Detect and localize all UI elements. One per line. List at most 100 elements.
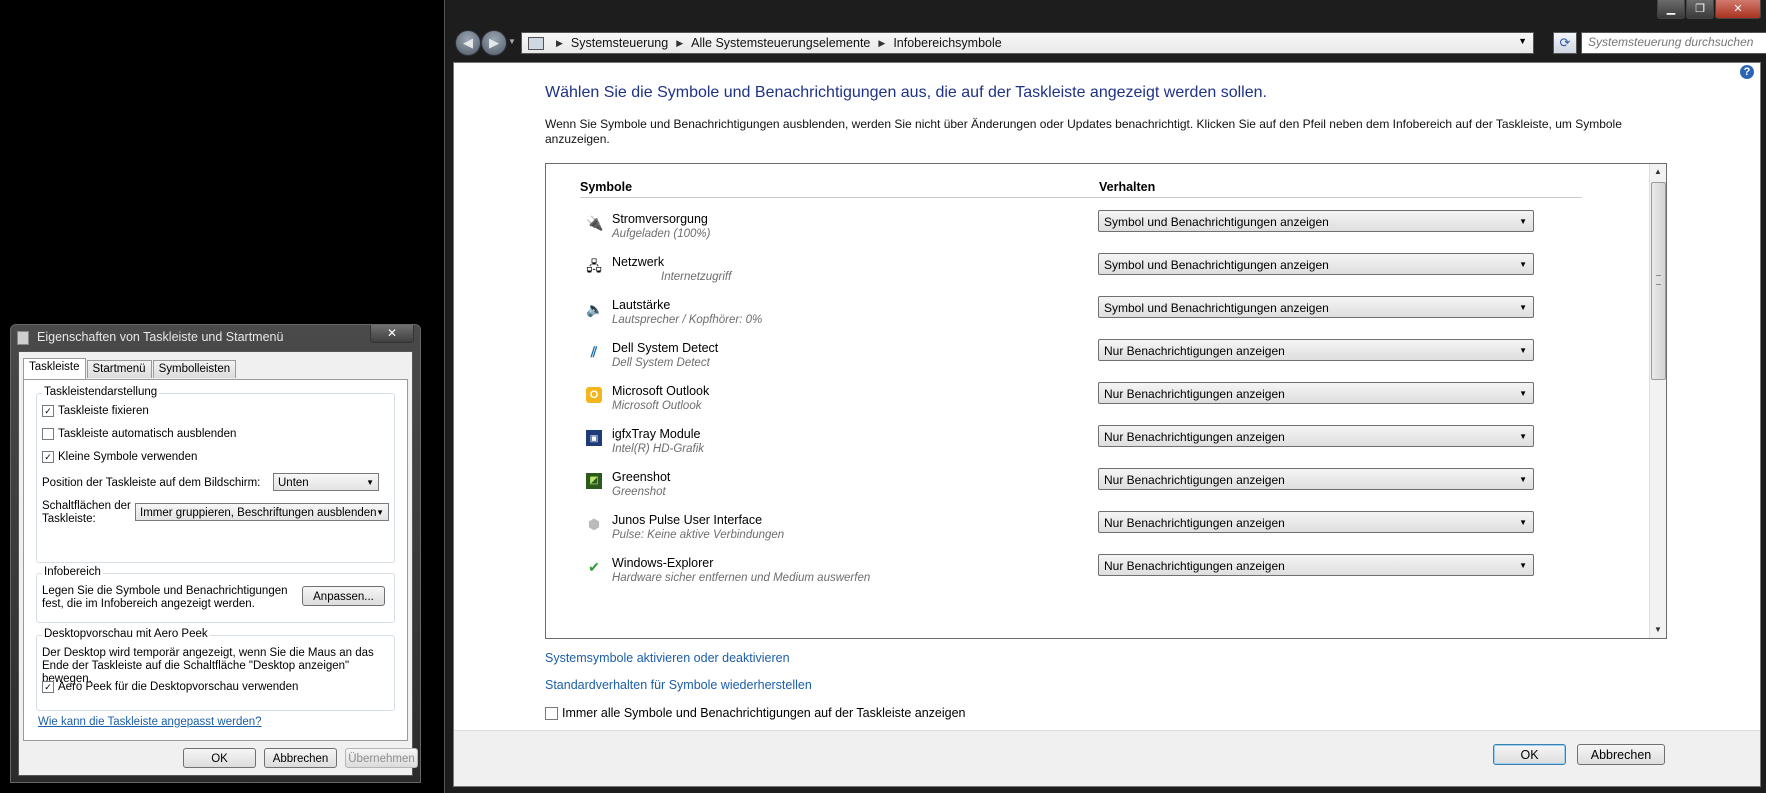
scrollbar-thumb[interactable] bbox=[1651, 182, 1666, 380]
minimize-button[interactable]: ▁ bbox=[1657, 0, 1685, 19]
tab-panel-taskleiste: Taskleistendarstellung ✓ Taskleiste fixi… bbox=[23, 379, 408, 741]
behavior-dropdown[interactable]: Nur Benachrichtigungen anzeigen ▼ bbox=[1098, 382, 1534, 404]
group-aero-peek-title: Desktopvorschau mit Aero Peek bbox=[42, 628, 210, 640]
lock-taskbar-checkbox[interactable]: ✓ bbox=[42, 405, 54, 417]
maximize-button[interactable]: ❐ bbox=[1686, 0, 1714, 19]
buttons-label: Schaltflächen der Taskleiste: bbox=[42, 500, 131, 525]
breadcrumb-separator-icon[interactable]: ▶ bbox=[676, 38, 683, 49]
cancel-button[interactable]: Abbrechen bbox=[1577, 744, 1665, 765]
network-icon: 🖧 bbox=[586, 258, 602, 274]
behavior-dropdown[interactable]: Nur Benachrichtigungen anzeigen ▼ bbox=[1098, 554, 1534, 576]
header-divider bbox=[580, 197, 1582, 198]
chevron-down-icon: ▼ bbox=[1519, 518, 1527, 527]
behavior-dropdown[interactable]: Symbol und Benachrichtigungen anzeigen ▼ bbox=[1098, 210, 1534, 232]
item-status: Intel(R) HD-Grafik bbox=[612, 443, 705, 455]
autohide-option[interactable]: Taskleiste automatisch ausblenden bbox=[42, 428, 236, 440]
behavior-dropdown[interactable]: Nur Benachrichtigungen anzeigen ▼ bbox=[1098, 339, 1534, 361]
column-header-behavior: Verhalten bbox=[1099, 180, 1156, 194]
lock-taskbar-option[interactable]: ✓ Taskleiste fixieren bbox=[42, 405, 149, 417]
behavior-dropdown[interactable]: Symbol und Benachrichtigungen anzeigen ▼ bbox=[1098, 253, 1534, 275]
system-icons-link[interactable]: Systemsymbole aktivieren oder deaktivier… bbox=[545, 651, 790, 665]
control-panel-icon bbox=[528, 36, 544, 50]
aero-peek-option[interactable]: ✓ Aero Peek für die Desktopvorschau verw… bbox=[42, 681, 298, 693]
behavior-value: Nur Benachrichtigungen anzeigen bbox=[1104, 387, 1285, 401]
group-appearance-title: Taskleistendarstellung bbox=[42, 386, 160, 398]
search-input[interactable] bbox=[1582, 33, 1766, 51]
behavior-value: Symbol und Benachrichtigungen anzeigen bbox=[1104, 258, 1329, 272]
dialog-ok-button[interactable]: OK bbox=[183, 748, 256, 768]
dialog-cancel-button[interactable]: Abbrechen bbox=[264, 748, 337, 768]
chevron-down-icon: ▼ bbox=[1519, 217, 1527, 226]
dialog-apply-button[interactable]: Übernehmen bbox=[345, 748, 418, 768]
notification-description: Legen Sie die Symbole und Benachrichtigu… bbox=[42, 585, 288, 610]
power-icon: 🔌 bbox=[586, 215, 604, 231]
breadcrumb-infobereichsymbole[interactable]: Infobereichsymbole bbox=[893, 36, 1001, 50]
ok-button[interactable]: OK bbox=[1493, 744, 1566, 765]
behavior-value: Nur Benachrichtigungen anzeigen bbox=[1104, 430, 1285, 444]
dialog-tabs: Taskleiste Startmenü Symbolleisten bbox=[23, 358, 237, 379]
scroll-up-icon[interactable]: ▲ bbox=[1650, 164, 1666, 180]
intel-graphics-icon: ▣ bbox=[586, 430, 602, 446]
group-notification-area: Infobereich Legen Sie die Symbole und Be… bbox=[36, 566, 395, 623]
address-bar[interactable]: ▶ Systemsteuerung ▶ Alle Systemsteuerung… bbox=[521, 32, 1534, 54]
column-header-symbols: Symbole bbox=[580, 180, 633, 194]
chevron-down-icon: ▼ bbox=[376, 508, 384, 517]
item-name: Lautstärke bbox=[612, 298, 671, 312]
content-area: ? Wählen Sie die Symbole und Benachricht… bbox=[453, 62, 1761, 787]
speaker-icon: 🔈 bbox=[586, 301, 604, 317]
restore-defaults-link[interactable]: Standardverhalten für Symbole wiederhers… bbox=[545, 678, 812, 692]
behavior-dropdown[interactable]: Nur Benachrichtigungen anzeigen ▼ bbox=[1098, 468, 1534, 490]
aero-peek-checkbox[interactable]: ✓ bbox=[42, 681, 54, 693]
group-notification-title: Infobereich bbox=[42, 566, 103, 578]
chevron-down-icon: ▼ bbox=[1519, 561, 1527, 570]
tab-startmenu[interactable]: Startmenü bbox=[86, 360, 152, 378]
autohide-label: Taskleiste automatisch ausblenden bbox=[58, 428, 237, 440]
item-name: Netzwerk bbox=[612, 255, 665, 269]
behavior-value: Nur Benachrichtigungen anzeigen bbox=[1104, 473, 1285, 487]
footer-bar: OK Abbrechen bbox=[454, 730, 1760, 786]
forward-button[interactable]: ▶ bbox=[481, 30, 507, 56]
aero-peek-label: Aero Peek für die Desktopvorschau verwen… bbox=[58, 681, 299, 693]
help-icon[interactable]: ? bbox=[1740, 65, 1754, 79]
close-window-button[interactable]: ✕ bbox=[1715, 0, 1761, 19]
behavior-dropdown[interactable]: Nur Benachrichtigungen anzeigen ▼ bbox=[1098, 511, 1534, 533]
position-dropdown[interactable]: Unten ▼ bbox=[273, 473, 379, 491]
scroll-down-icon[interactable]: ▼ bbox=[1650, 622, 1666, 638]
breadcrumb-separator-icon[interactable]: ▶ bbox=[556, 38, 563, 49]
item-status: Pulse: Keine aktive Verbindungen bbox=[612, 529, 785, 541]
group-aero-peek: Desktopvorschau mit Aero Peek Der Deskto… bbox=[36, 628, 395, 711]
vertical-scrollbar[interactable]: ▲ ▼ bbox=[1649, 164, 1666, 638]
breadcrumb-separator-icon[interactable]: ▶ bbox=[878, 38, 885, 49]
recent-pages-dropdown-icon[interactable]: ▼ bbox=[508, 37, 516, 46]
refresh-button[interactable]: ⟳ bbox=[1553, 32, 1577, 54]
behavior-dropdown[interactable]: Nur Benachrichtigungen anzeigen ▼ bbox=[1098, 425, 1534, 447]
group-appearance: Taskleistendarstellung ✓ Taskleiste fixi… bbox=[36, 386, 395, 563]
breadcrumb-systemsteuerung[interactable]: Systemsteuerung bbox=[571, 36, 668, 50]
tab-symbolleisten[interactable]: Symbolleisten bbox=[152, 360, 237, 378]
behavior-value: Symbol und Benachrichtigungen anzeigen bbox=[1104, 215, 1329, 229]
small-icons-option[interactable]: ✓ Kleine Symbole verwenden bbox=[42, 451, 197, 463]
dialog-close-button[interactable]: ✕ bbox=[370, 325, 414, 343]
always-show-checkbox[interactable] bbox=[545, 706, 558, 720]
small-icons-checkbox[interactable]: ✓ bbox=[42, 451, 54, 463]
lock-taskbar-label: Taskleiste fixieren bbox=[58, 405, 149, 417]
safely-remove-hardware-icon: ✔ bbox=[588, 559, 600, 575]
item-status: Hardware sicher entfernen und Medium aus… bbox=[612, 572, 871, 584]
breadcrumb-alle-elemente[interactable]: Alle Systemsteuerungselemente bbox=[691, 36, 870, 50]
back-button[interactable]: ◀ bbox=[455, 30, 481, 56]
chevron-down-icon: ▼ bbox=[1519, 303, 1527, 312]
position-label: Position der Taskleiste auf dem Bildschi… bbox=[42, 477, 261, 489]
autohide-checkbox[interactable] bbox=[42, 428, 54, 440]
behavior-dropdown[interactable]: Symbol und Benachrichtigungen anzeigen ▼ bbox=[1098, 296, 1534, 318]
address-dropdown-icon[interactable]: ▼ bbox=[1518, 36, 1527, 46]
chevron-down-icon: ▼ bbox=[1519, 260, 1527, 269]
help-link[interactable]: Wie kann die Taskleiste angepasst werden… bbox=[38, 716, 262, 728]
always-show-option[interactable]: Immer alle Symbole und Benachrichtigunge… bbox=[545, 706, 965, 720]
customize-button[interactable]: Anpassen... bbox=[302, 586, 385, 606]
taskbar-properties-dialog: Eigenschaften von Taskleiste und Startme… bbox=[10, 324, 421, 783]
behavior-value: Nur Benachrichtigungen anzeigen bbox=[1104, 516, 1285, 530]
item-name: Dell System Detect bbox=[612, 341, 719, 355]
taskbar-buttons-dropdown[interactable]: Immer gruppieren, Beschriftungen ausblen… bbox=[135, 503, 389, 521]
tab-taskleiste[interactable]: Taskleiste bbox=[23, 358, 86, 379]
behavior-value: Nur Benachrichtigungen anzeigen bbox=[1104, 344, 1285, 358]
